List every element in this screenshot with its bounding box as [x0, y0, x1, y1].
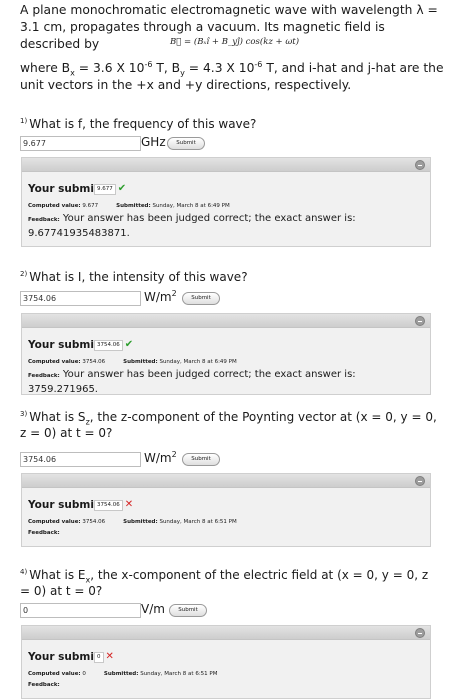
unit-label-1: GHz [141, 135, 166, 149]
unit-label-4: V/m [141, 602, 165, 616]
submitted-value: 9.677 [94, 184, 116, 195]
unit-label-3: W/m2 [144, 450, 177, 466]
feedback-text: Feedback: Your answer has been judged co… [28, 213, 356, 239]
collapse-icon[interactable] [415, 628, 425, 638]
question-1-text: 1) What is f, the frequency of this wave? [20, 117, 257, 131]
submit-button-3[interactable]: Submit [182, 453, 220, 466]
incorrect-x-icon: ✕ [124, 499, 134, 510]
submit-button-4[interactable]: Submit [169, 604, 207, 617]
correct-check-icon: ✔ [124, 339, 134, 350]
submission-meta: Computed value: 9.677 Submitted: Sunday, … [28, 203, 230, 209]
submitted-value: 0 [94, 652, 104, 663]
submission-panel-2: Your submissi3754.06✔ Computed value: 37… [21, 313, 431, 395]
feedback-text: Feedback: [28, 682, 60, 688]
submission-meta: Computed value: 3754.06 Submitted: Sunday… [28, 519, 237, 525]
submit-button-1[interactable]: Submit [167, 137, 205, 150]
answer-input-1[interactable]: 9.677 [20, 136, 141, 151]
submitted-value: 3754.06 [94, 500, 123, 511]
answer-input-4[interactable]: 0 [20, 603, 141, 618]
unit-label-2: W/m2 [144, 289, 177, 305]
your-submission-row: Your submissi0✕ [28, 651, 114, 663]
your-submission-row: Your submissi3754.06✔ [28, 339, 134, 351]
answer-input-3[interactable]: 3754.06 [20, 452, 141, 467]
your-submission-row: Your submissi3754.06✕ [28, 499, 134, 511]
submission-meta: Computed value: 0 Submitted: Sunday, Marc… [28, 671, 218, 677]
panel-header [22, 158, 430, 172]
submission-panel-3: Your submissi3754.06✕ Computed value: 37… [21, 473, 431, 547]
your-submission-row: Your submissi9.677✔ [28, 183, 127, 195]
answer-input-2[interactable]: 3754.06 [20, 291, 141, 306]
collapse-icon[interactable] [415, 316, 425, 326]
collapse-icon[interactable] [415, 476, 425, 486]
submission-panel-4: Your submissi0✕ Computed value: 0Submitt… [21, 625, 431, 699]
submission-panel-1: Your submissi9.677✔ Computed value: 9.67… [21, 157, 431, 247]
submit-button-2[interactable]: Submit [182, 292, 220, 305]
question-2-text: 2) What is I, the intensity of this wave? [20, 270, 248, 284]
magnetic-field-equation: B⃗ = (Bₓî + B_yĵ) cos(kz + ωt) [170, 37, 300, 47]
panel-header [22, 314, 430, 328]
submission-meta: Computed value: 3754.06 Submitted: Sunday… [28, 359, 237, 365]
incorrect-x-icon: ✕ [105, 651, 114, 662]
panel-header [22, 626, 430, 640]
question-4-text: 4) What is Ex, the x-component of the ele… [20, 568, 429, 598]
panel-header [22, 474, 430, 488]
submitted-value: 3754.06 [94, 340, 123, 351]
correct-check-icon: ✔ [117, 183, 127, 194]
problem-givens: where Bx = 3.6 X 10-6 T, By = 4.3 X 10-6… [20, 59, 444, 92]
feedback-text: Feedback: Your answer has been judged co… [28, 369, 356, 395]
question-3-text: 3) What is Sz, the z-component of the Poy… [20, 410, 437, 440]
feedback-text: Feedback: [28, 530, 60, 536]
collapse-icon[interactable] [415, 160, 425, 170]
